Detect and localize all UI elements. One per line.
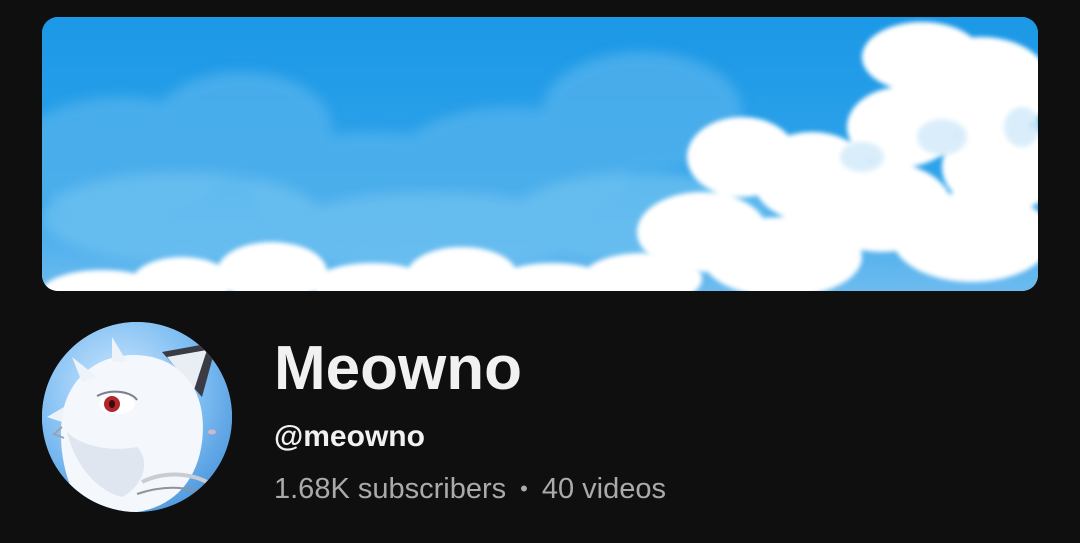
subscriber-count: 1.68K subscribers — [274, 473, 507, 505]
channel-name: Meowno — [274, 334, 522, 403]
channel-header: Meowno @meowno 1.68K subscribers • 40 vi… — [0, 0, 1080, 543]
channel-banner[interactable] — [42, 17, 1038, 291]
channel-stats: 1.68K subscribers • 40 videos — [274, 470, 666, 508]
channel-handle: @meowno — [274, 420, 425, 453]
channel-avatar[interactable] — [42, 322, 232, 512]
video-count: 40 videos — [541, 473, 666, 505]
white-wolf-avatar-icon — [42, 322, 232, 512]
cloud-banner-art — [42, 17, 1038, 291]
separator-dot: • — [520, 476, 528, 501]
